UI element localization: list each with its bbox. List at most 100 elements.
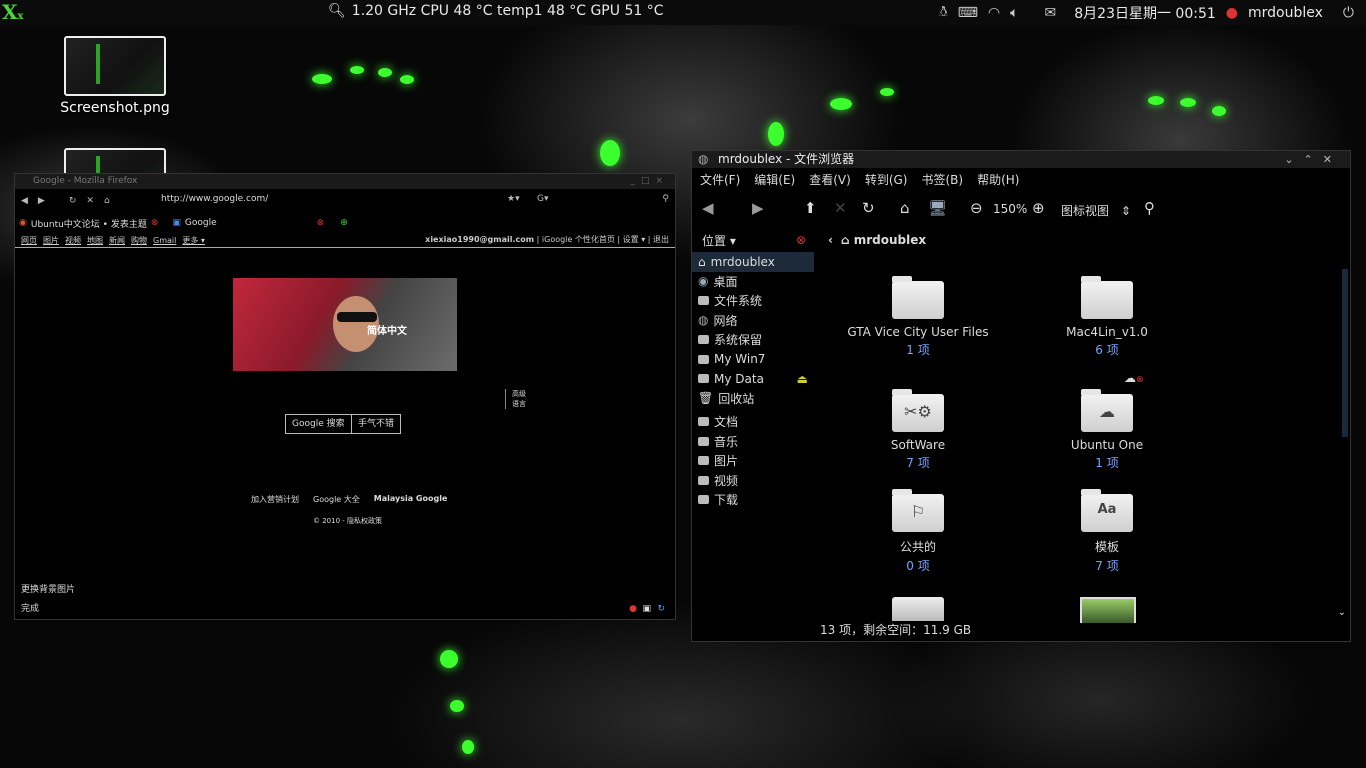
video-folder-icon[interactable] [892,597,944,621]
penguin-icon[interactable]: 🐧︎ [939,4,948,22]
keyboard-icon[interactable]: ⌨ [958,5,978,21]
firefox-titlebar[interactable]: Google - Mozilla Firefox _□× [15,174,675,189]
gbar-link-more[interactable]: 更多 ▾ [182,235,205,246]
firefox-window: Google - Mozilla Firefox _□× ◀ ▶ ↻ ✕ ⌂ h… [14,173,676,620]
vertical-scrollbar[interactable] [1342,269,1348,437]
gbar-link-web[interactable]: 网页 [21,235,37,246]
file-item[interactable]: GTA Vice City User Files 1 项 [833,276,1003,358]
clock[interactable]: 8月23日星期一 00:51 [1074,3,1216,23]
username[interactable]: mrdoublex [1248,5,1323,21]
volume-icon[interactable]: 🔈︎ [1010,5,1018,21]
file-name: 模板 [1094,540,1119,554]
zoom-out-icon[interactable]: ⊖ [970,199,983,217]
wifi-icon[interactable]: ◠ [988,5,1000,21]
stop-icon[interactable]: ✕ [834,199,847,217]
addon-sync-icon[interactable]: ↻ [657,599,665,619]
power-icon[interactable]: ⏻ [1343,5,1354,21]
menu-view[interactable]: 查看(V) [809,171,851,188]
footer-link-all[interactable]: Google 大全 [313,494,360,505]
zoom-in-icon[interactable]: ⊕ [1032,199,1045,217]
bookmark-star-icon[interactable]: ★▾ [507,194,520,204]
menu-go[interactable]: 转到(G) [865,171,908,188]
file-item[interactable]: ⚐ 公共的 0 项 [833,489,1003,574]
sidebar-item-downloads[interactable]: 下载 [692,490,814,510]
search-icon[interactable]: ⚲ [1144,199,1155,217]
sidebar-item-pictures[interactable]: 图片 [692,451,814,471]
gbar-link-news[interactable]: 新闻 [109,235,125,246]
account-email[interactable]: xiexiao1990@gmail.com [425,235,534,244]
sidebar-item-mydata[interactable]: My Data ⏏ [692,369,814,389]
file-item[interactable]: ✂⚙ SoftWare 7 项 [833,389,1003,471]
stop-icon[interactable]: ✕ [86,196,94,206]
window-controls[interactable]: ⌄⌃✕ [1284,151,1342,168]
back-icon[interactable]: ◀ [702,199,714,217]
tab-google[interactable]: ▣ Google ⊗ [172,218,324,228]
scroll-down-icon[interactable]: ⌄ [1338,607,1346,618]
feeling-lucky-button[interactable]: 手气不错 [351,414,402,434]
menu-help[interactable]: 帮助(H) [977,171,1019,188]
sidebar-item-desktop[interactable]: ◉ 桌面 [692,272,814,292]
sidebar-header[interactable]: 位置 ▾ ⊗ [692,228,814,252]
eject-icon[interactable]: ⏏ [797,372,808,386]
fm-titlebar[interactable]: ◍ mrdoublex - 文件浏览器 ⌄⌃✕ [692,151,1350,168]
new-tab-icon[interactable]: ⊕ [340,218,348,228]
sidebar-places-dropdown[interactable]: 位置 ▾ [702,232,736,249]
menu-file[interactable]: 文件(F) [700,171,740,188]
back-icon[interactable]: ◀ [21,196,28,206]
desktop-icon-screenshot[interactable]: Screenshot.png [60,36,170,116]
menu-bookmarks[interactable]: 书签(B) [921,171,963,188]
file-item[interactable]: ☁ Ubuntu One 1 项 [1022,389,1192,471]
sidebar-item-win7[interactable]: My Win7 [692,350,814,370]
home-icon[interactable]: ⌂ [104,196,110,206]
gbar-link-shopping[interactable]: 购物 [131,235,147,246]
sidebar-item-documents[interactable]: 文档 [692,412,814,432]
gbar-link-video[interactable]: 视频 [65,235,81,246]
view-mode-select[interactable]: 图标视图 ⇕ [1061,202,1131,219]
search-engine-icon[interactable]: G▾ [537,194,549,204]
search-icon[interactable]: ⚲ [662,194,669,204]
google-doodle-image[interactable]: 简体中文 [233,278,457,371]
google-search-button[interactable]: Google 搜索 [285,414,352,434]
copyright[interactable]: © 2010 - 隐私权政策 [313,516,382,526]
image-file-icon[interactable] [1080,597,1136,623]
window-controls[interactable]: _□× [630,174,669,189]
sidebar-item-network[interactable]: ◍ 网络 [692,311,814,331]
forward-icon[interactable]: ▶ [38,196,45,206]
close-sidebar-icon[interactable]: ⊗ [796,233,806,247]
gbar-link-maps[interactable]: 地图 [87,235,103,246]
menu-edit[interactable]: 编辑(E) [754,171,795,188]
computer-icon[interactable]: 🖥︎ [928,199,947,217]
adblock-icon[interactable]: ● [629,599,637,619]
footer-link-malaysia[interactable]: Malaysia Google [374,494,448,505]
sidebar-item-trash[interactable]: 🗑︎ 回收站 [692,389,814,409]
advanced-search-link[interactable]: 高级 [512,389,526,399]
gbar-link-images[interactable]: 图片 [43,235,59,246]
gbar-link-gmail[interactable]: Gmail [153,236,176,245]
sidebar-item-music[interactable]: 音乐 [692,432,814,452]
change-background-link[interactable]: 更换背景图片 [21,582,75,595]
reload-icon[interactable]: ↻ [69,196,77,206]
home-icon[interactable]: ⌂ [900,199,910,217]
tab-ubuntu-forum[interactable]: ◉ Ubuntu中文论坛 • 发表主题 ⊗ [19,217,158,230]
sidebar-item-home[interactable]: ⌂ mrdoublex [692,252,814,272]
chevron-left-icon[interactable]: ‹ [828,233,833,247]
language-tools-link[interactable]: 语言 [512,399,526,409]
sidebar-item-videos[interactable]: 视频 [692,471,814,491]
sidebar-item-filesystem[interactable]: 文件系统 [692,291,814,311]
forward-icon[interactable]: ▶ [752,199,764,217]
sidebar-item-reserved[interactable]: 系统保留 [692,330,814,350]
up-icon[interactable]: ⬆ [804,199,817,217]
app-menu-logo-icon[interactable]: Xx [2,2,32,24]
url-bar[interactable]: http://www.google.com/ [161,194,268,204]
sensor-readout[interactable]: 🔍︎ 1.20 GHz CPU 48 °C temp1 48 °C GPU 51… [328,3,664,19]
close-tab-icon[interactable]: ⊗ [317,218,325,228]
footer-link-ads[interactable]: 加入营销计划 [251,494,299,505]
reload-icon[interactable]: ↻ [862,199,875,217]
mail-icon[interactable]: ✉ [1045,5,1057,21]
file-item[interactable]: Aa 模板 7 项 [1022,489,1192,574]
addon-icon[interactable]: ▣ [642,599,651,619]
file-item[interactable]: Mac4Lin_v1.0 6 项 [1022,276,1192,358]
close-tab-icon[interactable]: ⊗ [151,218,159,228]
breadcrumb-home[interactable]: ⌂ mrdoublex [841,233,926,247]
account-links[interactable]: | iGoogle 个性化首页 | 设置 ▾ | 退出 [537,235,669,244]
